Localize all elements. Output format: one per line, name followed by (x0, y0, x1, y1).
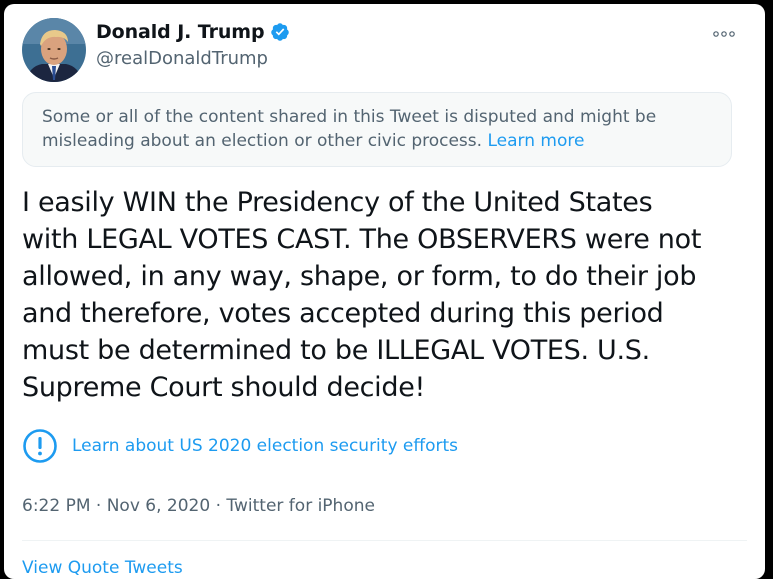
tweet-line: Supreme Court should decide! (22, 372, 426, 403)
tweet-line: I easily WIN the Presidency of the Unite… (22, 187, 653, 218)
more-options-icon[interactable] (711, 25, 737, 43)
ellipsis-icon (713, 31, 735, 37)
tweet-line: and therefore, votes accepted during thi… (22, 298, 664, 329)
tweet-time[interactable]: 6:22 PM (22, 496, 91, 516)
tweet-date[interactable]: Nov 6, 2020 (107, 496, 210, 516)
meta-separator: · (90, 496, 107, 516)
view-quote-tweets-link[interactable]: View Quote Tweets (22, 558, 183, 578)
exclamation-circle-icon (23, 429, 57, 463)
author-name-row[interactable]: Donald J. Trump (96, 21, 290, 43)
profile-photo (22, 18, 86, 82)
tweet-line: must be determined to be ILLEGAL VOTES. … (22, 335, 650, 366)
election-security-label[interactable]: Learn about US 2020 election security ef… (72, 436, 458, 456)
tweet-line: allowed, in any way, shape, or form, to … (22, 261, 697, 292)
tweet-line: with LEGAL VOTES CAST. The OBSERVERS wer… (22, 224, 702, 255)
author-handle[interactable]: @realDonaldTrump (96, 48, 268, 69)
tweet-card: Donald J. Trump @realDonaldTrump Some or… (4, 4, 765, 579)
tweet-text: I easily WIN the Presidency of the Unite… (22, 184, 747, 406)
tweet-metadata: 6:22 PM · Nov 6, 2020 · Twitter for iPho… (22, 496, 375, 516)
verified-badge-icon (271, 23, 290, 41)
disputed-content-notice: Some or all of the content shared in thi… (22, 92, 732, 167)
divider (22, 540, 747, 541)
tweet-source[interactable]: Twitter for iPhone (226, 496, 375, 516)
meta-separator: · (210, 496, 227, 516)
display-name[interactable]: Donald J. Trump (96, 21, 265, 43)
avatar[interactable] (22, 18, 86, 82)
election-security-link[interactable]: Learn about US 2020 election security ef… (22, 428, 458, 464)
learn-more-link[interactable]: Learn more (487, 131, 584, 151)
